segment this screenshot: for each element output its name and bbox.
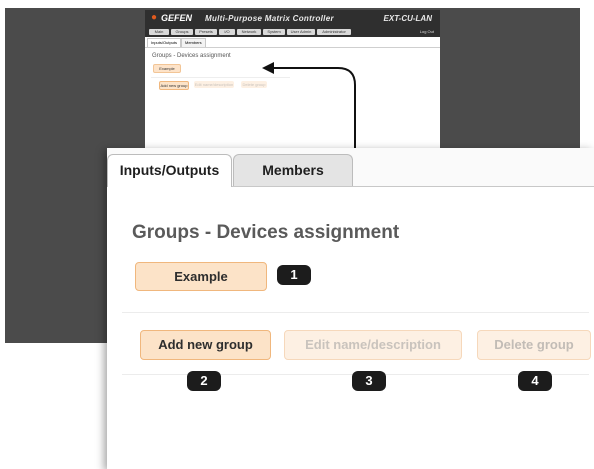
- delete-group-button[interactable]: Delete group: [477, 330, 591, 360]
- callout-badge-1: 1: [277, 265, 311, 285]
- edit-name-description-button[interactable]: Edit name/description: [284, 330, 462, 360]
- tab-members[interactable]: Members: [233, 154, 353, 186]
- callout-badge-4: 4: [518, 371, 552, 391]
- callout-badge-3: 3: [352, 371, 386, 391]
- zoomed-panel: Inputs/Outputs Members Groups - Devices …: [107, 148, 594, 469]
- tab-bar: Inputs/Outputs Members: [107, 148, 594, 187]
- example-group-button[interactable]: Example: [135, 262, 267, 291]
- add-new-group-button[interactable]: Add new group: [140, 330, 271, 360]
- divider-top: [122, 312, 589, 313]
- tab-inputs-outputs[interactable]: Inputs/Outputs: [107, 154, 232, 187]
- page-heading: Groups - Devices assignment: [132, 222, 400, 243]
- callout-badge-2: 2: [187, 371, 221, 391]
